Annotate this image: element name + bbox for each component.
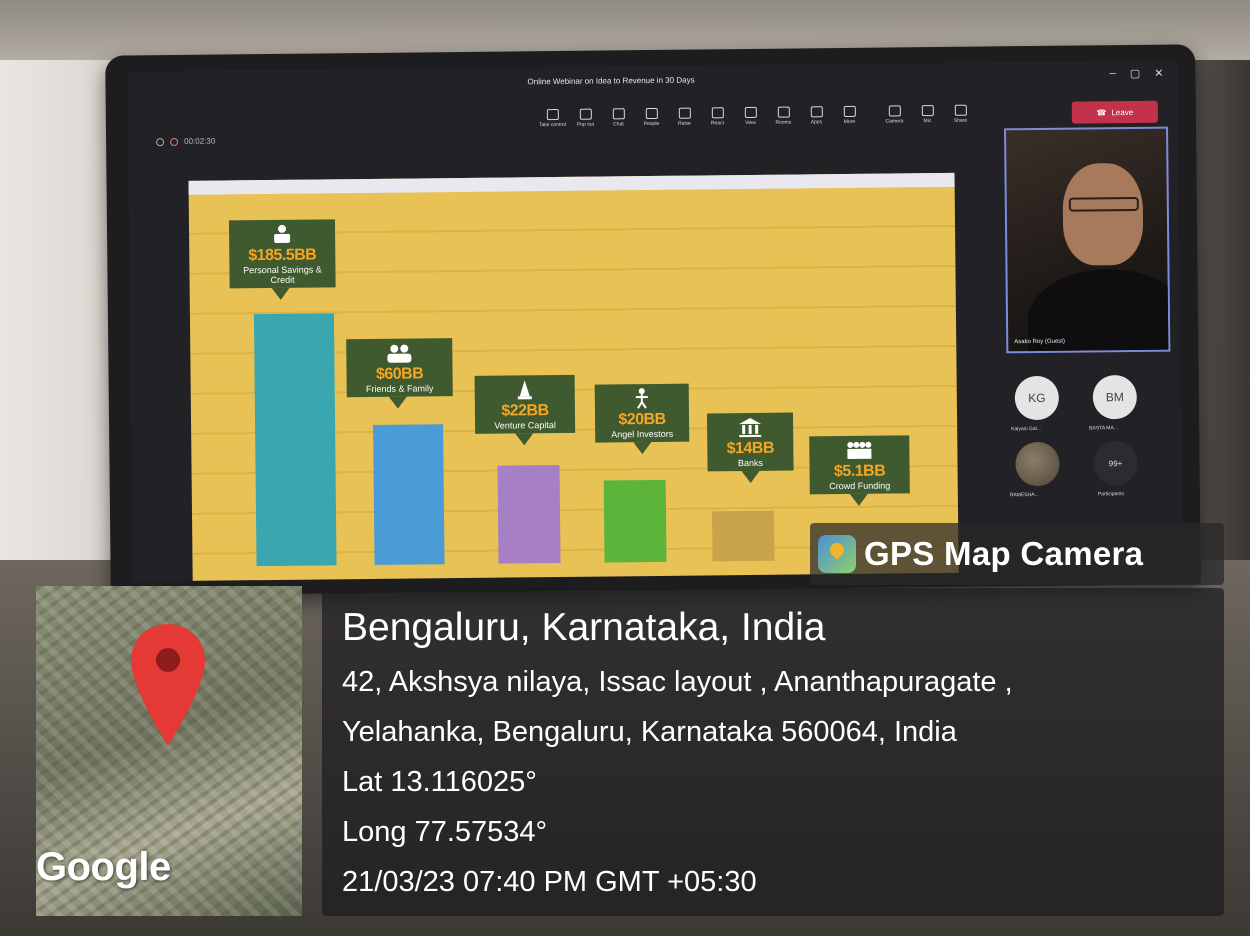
bank-icon — [739, 417, 762, 438]
raise-hand-icon — [678, 107, 691, 119]
presenter-face — [1062, 162, 1144, 266]
gps-app-tag: GPS Map Camera — [810, 523, 1224, 585]
leave-button[interactable]: ☎ Leave — [1071, 100, 1158, 124]
latitude: Lat 13.116025° — [342, 766, 537, 798]
bar-banks — [712, 510, 775, 562]
rooms-icon — [777, 106, 790, 118]
apps-button[interactable]: Apps — [802, 106, 831, 125]
satellite-map-thumbnail: Google — [36, 586, 302, 916]
leave-label: Leave — [1111, 107, 1134, 117]
gps-app-name: GPS Map Camera — [864, 535, 1144, 572]
laptop: Online Webinar on Idea to Revenue in 30 … — [105, 44, 1201, 596]
take-control-icon — [546, 108, 559, 121]
location-pin-icon — [131, 624, 205, 746]
minimize-icon[interactable]: – — [1110, 67, 1116, 80]
pop-out-button[interactable]: Pop out — [571, 108, 600, 128]
view-icon — [744, 106, 757, 119]
presenter-video[interactable]: Asako Roy (Guest) — [1004, 126, 1171, 354]
rooms-button[interactable]: Rooms — [769, 106, 798, 126]
pop-out-icon — [579, 108, 592, 120]
meeting-status: 00:02:30 — [156, 137, 215, 147]
angel-investor-icon — [635, 388, 648, 409]
shield-icon — [156, 137, 165, 146]
label-venture-capital: $22BB Venture Capital — [474, 374, 576, 434]
bar-personal-savings — [253, 313, 337, 567]
chat-icon — [612, 108, 625, 120]
meeting-timer: 00:02:30 — [184, 136, 216, 146]
title-bar: Online Webinar on Idea to Revenue in 30 … — [127, 60, 1177, 101]
label-friends-family: $60BB Friends & Family — [346, 338, 453, 398]
participant-avatar-kg[interactable]: KG — [1014, 375, 1060, 421]
participant-name-kg: Kalyani Gal... — [1011, 425, 1041, 433]
close-icon[interactable]: ✕ — [1154, 67, 1163, 80]
crowd-funding-icon — [847, 441, 872, 459]
more-participants-button[interactable]: 99+ — [1093, 440, 1138, 486]
people-icon — [645, 107, 658, 120]
label-personal-savings: $185.5BB Personal Savings & Credit — [228, 219, 336, 289]
recording-icon — [170, 137, 179, 146]
laptop-screen: Online Webinar on Idea to Revenue in 30 … — [127, 60, 1183, 582]
window-controls: – ▢ ✕ — [1110, 67, 1164, 81]
raise-hand-button[interactable]: Raise — [670, 107, 699, 127]
personal-savings-icon — [274, 224, 291, 243]
chat-button[interactable]: Chat — [604, 108, 633, 127]
phone-hangup-icon: ☎ — [1096, 107, 1107, 117]
longitude: Long 77.57534° — [342, 816, 548, 848]
timestamp: 21/03/23 07:40 PM GMT +05:30 — [342, 866, 757, 898]
bar-venture-capital — [497, 464, 561, 564]
maximize-icon[interactable]: ▢ — [1130, 67, 1141, 80]
bar-friends-family — [373, 424, 445, 565]
google-logo: Google — [36, 845, 171, 889]
camera-button[interactable]: Camera — [880, 105, 909, 125]
presenter-name: Asako Roy (Guest) — [1014, 338, 1065, 346]
meeting-toolbar: Take control Pop out Chat People Raise R… — [538, 104, 975, 129]
people-button[interactable]: People — [637, 107, 666, 127]
mic-button[interactable]: Mic — [913, 105, 942, 124]
participant-name-ramesha: RAMESHA... — [1009, 491, 1039, 499]
apps-icon — [810, 106, 823, 118]
react-button[interactable]: React — [703, 107, 732, 126]
location-city: Bengaluru, Karnataka, India — [342, 606, 826, 649]
participants-label: Participants — [1097, 491, 1125, 498]
participant-name-bm: BASTA MA... — [1089, 425, 1119, 432]
gps-map-camera-icon — [818, 535, 856, 573]
more-button[interactable]: More — [835, 105, 864, 125]
share-button[interactable]: Share — [946, 104, 975, 124]
friends-family-icon — [387, 344, 412, 363]
label-crowd-funding: $5.1BB Crowd Funding — [809, 435, 910, 495]
mic-icon — [921, 105, 934, 117]
window-title: Online Webinar on Idea to Revenue in 30 … — [527, 75, 695, 87]
view-button[interactable]: View — [736, 106, 765, 126]
participant-avatar-bm[interactable]: BM — [1092, 374, 1138, 420]
label-banks: $14BB Banks — [706, 412, 794, 472]
more-icon — [843, 105, 856, 117]
presentation-slide: $185.5BB Personal Savings & Credit $60BB… — [188, 172, 959, 582]
share-icon — [954, 104, 967, 116]
react-icon — [711, 107, 724, 119]
take-control-button[interactable]: Take control — [538, 108, 567, 128]
venture-capital-icon — [517, 380, 532, 400]
camera-icon — [888, 105, 901, 117]
participant-avatar-photo[interactable] — [1015, 441, 1060, 487]
presenter-glasses — [1068, 196, 1139, 212]
address-line-1: 42, Akshsya nilaya, Issac layout , Anant… — [342, 666, 1013, 698]
address-line-2: Yelahanka, Bengaluru, Karnataka 560064, … — [342, 716, 957, 748]
label-angel-investors: $20BB Angel Investors — [594, 383, 690, 443]
bar-angel-investors — [603, 479, 667, 563]
